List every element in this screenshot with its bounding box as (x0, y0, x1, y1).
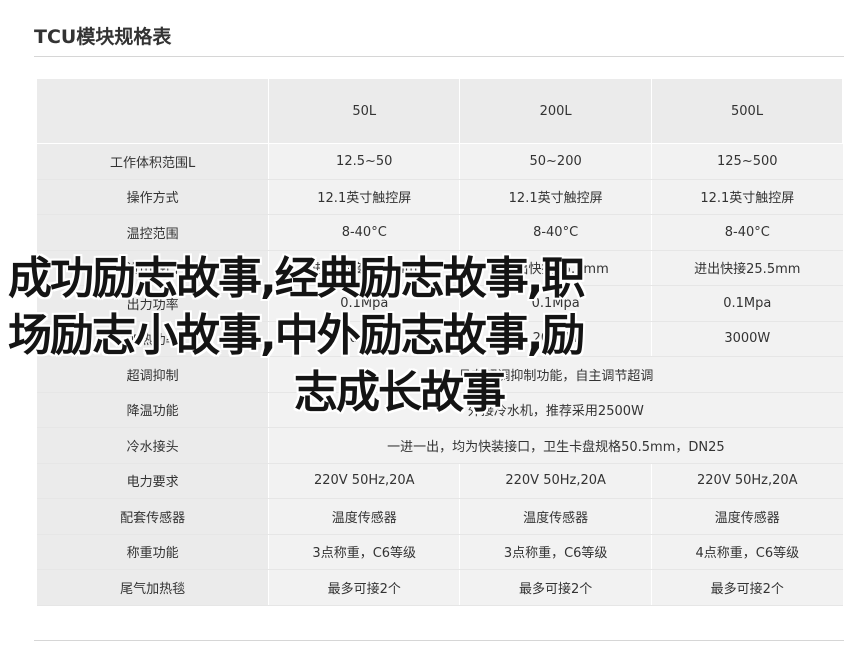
overlay-line-3[interactable]: 志成长故事 (8, 364, 808, 421)
overlay-line-1[interactable]: 成功励志故事,经典励志故事,职 (8, 250, 808, 307)
row-value-cell: 220V 50Hz,20A (459, 463, 653, 499)
row-value-cell: 8-40°C (268, 214, 461, 251)
table-header-row: 50L 200L 500L (37, 79, 843, 144)
header-cell: 200L (459, 79, 653, 144)
page-title: TCU模块规格表 (34, 26, 172, 48)
table-row: 配套传感器 温度传感器 温度传感器 温度传感器 (37, 498, 843, 535)
row-value-cell: 50~200 (459, 143, 653, 180)
row-value-cell: 3点称重，C6等级 (459, 534, 653, 570)
row-value-cell: 3点称重，C6等级 (268, 534, 461, 570)
row-label-cell: 温控范围 (37, 214, 270, 251)
row-value-cell: 12.1英寸触控屏 (268, 179, 461, 215)
row-merged-cell: 一进一出，均为快装接口，卫生卡盘规格50.5mm，DN25 (268, 427, 843, 464)
row-value-cell: 125~500 (651, 143, 843, 180)
table-row: 冷水接头 一进一出，均为快装接口，卫生卡盘规格50.5mm，DN25 (37, 427, 843, 464)
row-value-cell: 温度传感器 (459, 498, 653, 535)
table-row: 操作方式 12.1英寸触控屏 12.1英寸触控屏 12.1英寸触控屏 (37, 179, 843, 215)
row-label-cell: 工作体积范围L (37, 143, 270, 180)
table-row: 称重功能 3点称重，C6等级 3点称重，C6等级 4点称重，C6等级 (37, 534, 843, 570)
row-label-cell: 尾气加热毯 (37, 569, 270, 606)
row-value-cell: 温度传感器 (651, 498, 843, 535)
row-value-cell: 温度传感器 (268, 498, 461, 535)
row-label-cell: 称重功能 (37, 534, 270, 570)
row-value-cell: 最多可接2个 (268, 569, 461, 606)
header-cell: 50L (268, 79, 461, 144)
row-label-cell: 电力要求 (37, 463, 270, 499)
row-value-cell: 220V 50Hz,20A (268, 463, 461, 499)
bottom-divider (34, 640, 844, 641)
row-value-cell: 12.5~50 (268, 143, 461, 180)
row-label-cell: 配套传感器 (37, 498, 270, 535)
row-label-cell: 冷水接头 (37, 427, 270, 464)
table-row: 尾气加热毯 最多可接2个 最多可接2个 最多可接2个 (37, 569, 843, 606)
row-value-cell: 8-40°C (651, 214, 843, 251)
overlay-line-2[interactable]: 场励志小故事,中外励志故事,励 (8, 307, 808, 364)
row-value-cell: 12.1英寸触控屏 (459, 179, 653, 215)
row-value-cell: 12.1英寸触控屏 (651, 179, 843, 215)
table-row: 温控范围 8-40°C 8-40°C 8-40°C (37, 214, 843, 251)
row-value-cell: 8-40°C (459, 214, 653, 251)
overlay-headline[interactable]: 成功励志故事,经典励志故事,职 场励志小故事,中外励志故事,励 志成长故事 (8, 250, 808, 421)
table-row: 电力要求 220V 50Hz,20A 220V 50Hz,20A 220V 50Hz,… (37, 463, 843, 499)
row-value-cell: 220V 50Hz,20A (651, 463, 843, 499)
row-value-cell: 最多可接2个 (651, 569, 843, 606)
row-value-cell: 最多可接2个 (459, 569, 653, 606)
row-value-cell: 4点称重，C6等级 (651, 534, 843, 570)
title-divider (34, 56, 844, 57)
header-corner-cell (37, 79, 270, 144)
row-label-cell: 操作方式 (37, 179, 270, 215)
table-row: 工作体积范围L 12.5~50 50~200 125~500 (37, 143, 843, 180)
header-cell: 500L (651, 79, 843, 144)
